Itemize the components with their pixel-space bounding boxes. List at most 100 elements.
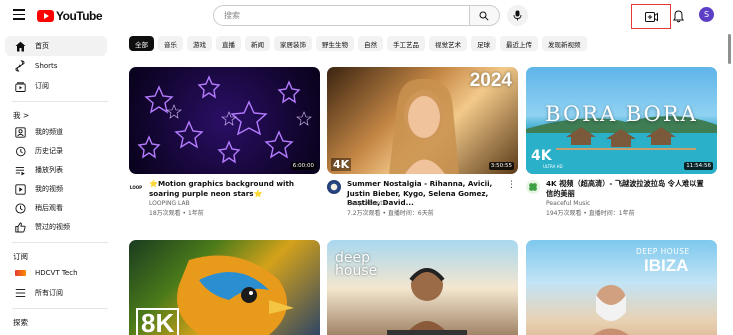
sidebar-item-home[interactable]: 首页 [5,36,107,56]
sidebar-item-label: HDCVT Tech [35,269,78,277]
sidebar: 首页 Shorts 订阅 我 > 我的频道 历史记录 播放列表 我的视频 稍后观… [0,32,112,335]
page-scrollbar[interactable] [728,34,731,64]
video-thumbnail[interactable]: BORA BORA 4K ULTRA HD 11:54:56 [526,67,717,174]
genre-overlay-top: DEEP HOUSE [636,247,690,256]
sidebar-item-label: 订阅 [35,82,49,90]
sidebar-divider [12,242,108,243]
quality-badge: 8K [136,308,180,335]
quality-badge-sub: ULTRA HD [543,164,563,169]
sidebar-item-my-videos[interactable]: 我的视频 [5,179,107,199]
subscriptions-section-header: 订阅 [13,252,28,261]
video-card[interactable]: DEEP HOUSE IBIZA [526,240,717,335]
video-duration: 6:00:00 [290,162,316,170]
create-video-icon [644,11,658,22]
video-duration: 3:50:55 [488,162,514,170]
logo-text: YouTube [56,9,103,23]
create-button[interactable] [631,4,671,29]
sidebar-item-liked[interactable]: 赞过的视频 [5,217,107,237]
video-card[interactable]: 2024 4K 3:50:55 Summer Nostalgia - Rihan… [327,67,518,227]
hdcvt-channel-avatar [14,270,26,276]
my-videos-icon [14,183,26,195]
you-section-header[interactable]: 我 > [13,110,29,121]
video-title[interactable]: 4K 视频（超高清）- 飞越波拉波拉岛 令人难以置信的美丽 [546,179,710,198]
chip-nature[interactable]: 自然 [358,36,383,51]
youtube-play-icon [37,10,54,22]
chip-all[interactable]: 全部 [129,36,154,51]
video-stats: 194万次观看 • 直播时间：1年前 [546,210,635,217]
video-duration: 11:54:56 [684,162,713,170]
quality-badge: 4K [531,148,552,164]
channel-name[interactable]: Deep Atlantic [347,200,388,207]
video-thumbnail[interactable]: DEEP HOUSE IBIZA [526,240,717,335]
channel-avatar[interactable] [327,180,341,194]
playlist-icon [15,166,25,175]
neon-stars-artwork [137,75,312,164]
sidebar-item-playlists[interactable]: 播放列表 [5,160,107,180]
more-actions-icon[interactable]: ⋮ [507,180,516,190]
chip-recently-uploaded[interactable]: 最近上传 [500,36,538,51]
chip-music[interactable]: 音乐 [158,36,183,51]
sidebar-item-label: 稍后观看 [35,204,63,212]
video-thumbnail[interactable]: deep house [327,240,518,335]
chip-crafts[interactable]: 手工艺品 [387,36,425,51]
video-meta: LOOP ⭐Motion graphics background with so… [129,179,320,224]
chip-football[interactable]: 足球 [471,36,496,51]
channel-name[interactable]: Peaceful Music [546,200,590,207]
video-thumbnail[interactable]: 8K [129,240,320,335]
sidebar-item-label: Shorts [35,62,58,70]
channel-avatar-text: LOOP [129,184,143,190]
sidebar-item-hdcvt-tech[interactable]: HDCVT Tech [5,263,107,283]
year-overlay: 2024 [469,70,512,91]
video-stats: 18万次观看 • 1年前 [149,210,204,217]
chip-home-decor[interactable]: 家居装饰 [274,36,312,51]
sidebar-item-all-subscriptions[interactable]: 所有订阅 [5,283,107,303]
sidebar-item-label: 播放列表 [35,166,63,174]
voice-search-button[interactable] [507,5,528,26]
sidebar-item-label: 历史记录 [35,147,63,155]
sidebar-item-subscriptions[interactable]: 订阅 [5,76,107,96]
video-card[interactable]: 8K [129,240,320,335]
search-button[interactable] [470,5,500,26]
video-thumbnail[interactable]: 6:00:00 [129,67,320,174]
video-title[interactable]: ⭐Motion graphics background with soaring… [149,179,313,198]
chip-gaming[interactable]: 游戏 [187,36,212,51]
list-icon [15,289,25,297]
sidebar-item-shorts[interactable]: Shorts [5,56,107,76]
video-stats: 7.2万次观看 • 直播时间：6天前 [347,210,434,217]
sidebar-item-my-channel[interactable]: 我的频道 [5,122,107,142]
chip-new-to-you[interactable]: 发现新视频 [542,36,587,51]
video-meta: 4K 视频（超高清）- 飞越波拉波拉岛 令人难以置信的美丽 Peaceful M… [526,179,717,224]
sidebar-item-watch-later[interactable]: 稍后观看 [5,198,107,218]
channel-name[interactable]: LOOPING LAB [149,200,190,207]
chip-news[interactable]: 新闻 [245,36,270,51]
video-card[interactable]: deep house [327,240,518,335]
chip-visual-arts[interactable]: 视觉艺术 [429,36,467,51]
sidebar-item-label: 我的视频 [35,185,63,193]
sidebar-item-label: 我的频道 [35,128,63,136]
chip-wildlife[interactable]: 野生生物 [316,36,354,51]
subscriptions-icon [14,81,26,92]
history-icon [15,146,26,156]
top-bar: YouTube 搜索 S [0,0,733,32]
watch-later-icon [14,202,26,214]
chip-live[interactable]: 直播 [216,36,241,51]
location-overlay: IBIZA [644,256,689,275]
destination-overlay: BORA BORA [545,102,698,126]
search-input[interactable]: 搜索 [213,5,470,26]
channel-avatar[interactable]: LOOP [129,180,143,194]
youtube-logo[interactable]: YouTube [37,9,103,23]
genre-overlay: deep house [335,250,378,279]
menu-icon[interactable] [13,9,25,21]
video-card[interactable]: BORA BORA 4K ULTRA HD 11:54:56 4K 视频（超高清… [526,67,717,227]
sidebar-item-history[interactable]: 历史记录 [5,141,107,161]
sidebar-item-label: 首页 [35,42,49,50]
thumbs-up-icon [14,221,26,232]
account-avatar[interactable]: S [699,7,714,22]
notifications-button[interactable] [672,8,685,27]
video-thumbnail[interactable]: 2024 4K 3:50:55 [327,67,518,174]
video-meta: Summer Nostalgia - Rihanna, Avicii, Just… [327,179,518,224]
shorts-icon [15,60,25,72]
video-card[interactable]: 6:00:00 LOOP ⭐Motion graphics background… [129,67,320,227]
channel-avatar[interactable] [526,180,540,194]
sidebar-item-label: 赞过的视频 [35,223,70,231]
